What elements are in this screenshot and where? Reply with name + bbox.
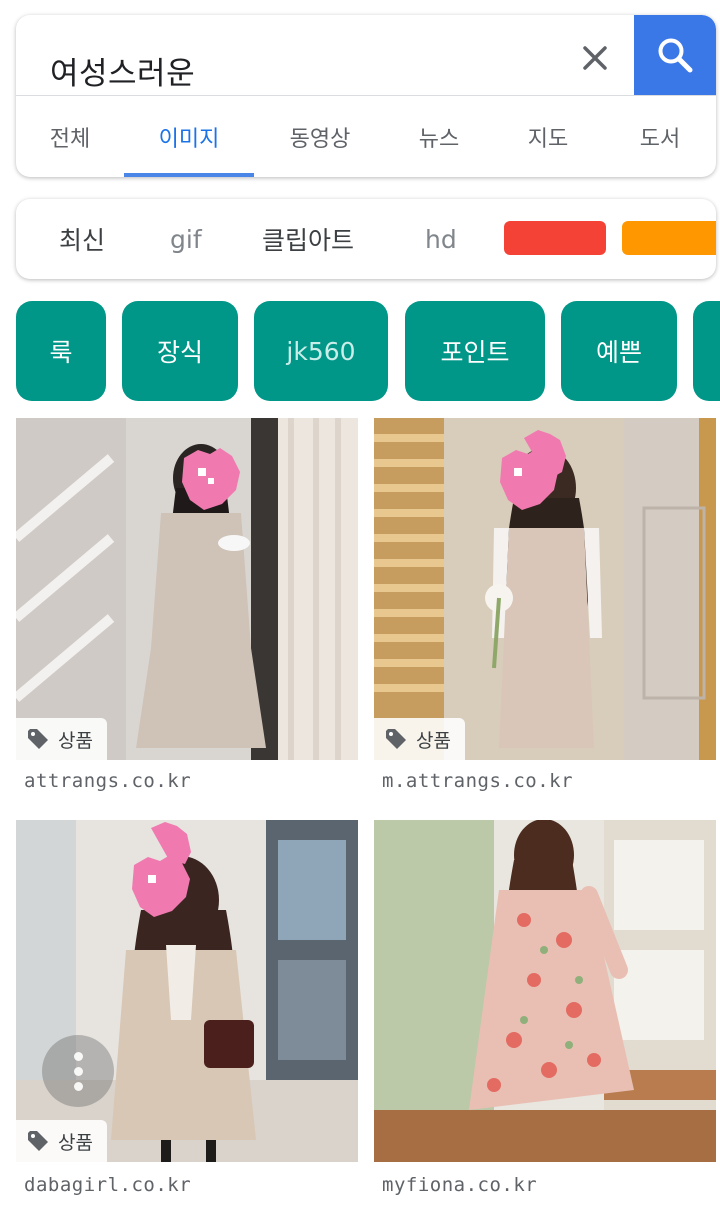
result-image — [16, 820, 358, 1162]
image-result: 상품 m.attrangs.co.kr — [374, 418, 716, 792]
color-filter-orange[interactable] — [622, 221, 716, 255]
result-image — [16, 418, 358, 760]
result-source[interactable]: myfiona.co.kr — [382, 1174, 537, 1196]
clear-search-button[interactable] — [572, 35, 618, 81]
tab-label: 뉴스 — [418, 126, 460, 152]
product-badge: 상품 — [374, 718, 465, 760]
chip-label: 예쁜 — [595, 338, 642, 367]
result-thumbnail[interactable]: 상품 — [374, 418, 716, 760]
tab-label: 이미지 — [158, 126, 220, 152]
tab-label: 동영상 — [289, 126, 351, 152]
result-source[interactable]: m.attrangs.co.kr — [382, 770, 573, 792]
result-source[interactable]: dabagirl.co.kr — [24, 1174, 191, 1196]
result-image — [374, 418, 716, 760]
related-chips: 룩 장식 jk560 포인트 예쁜 — [0, 301, 720, 401]
image-result: 상품 attrangs.co.kr — [16, 418, 358, 792]
result-image — [374, 820, 716, 1162]
image-result: 상품 dabagirl.co.kr — [16, 820, 358, 1196]
tab-images[interactable]: 이미지 — [124, 96, 254, 177]
tab-books[interactable]: 도서 — [604, 96, 716, 177]
tab-label: 도서 — [639, 126, 681, 152]
tag-icon — [386, 729, 406, 749]
product-badge: 상품 — [16, 1120, 107, 1162]
tab-label: 지도 — [527, 126, 569, 152]
result-thumbnail[interactable] — [374, 820, 716, 1162]
filter-bar: 최신 gif 클립아트 hd — [16, 199, 716, 279]
search-query[interactable]: 여성스러운 — [50, 48, 195, 93]
tab-news[interactable]: 뉴스 — [386, 96, 492, 177]
badge-label: 상품 — [58, 1131, 93, 1154]
search-icon — [658, 38, 693, 73]
chip-decoration[interactable]: 장식 — [122, 301, 238, 401]
tag-icon — [28, 729, 48, 749]
chip-label: 포인트 — [440, 338, 510, 367]
color-filter-red[interactable] — [504, 221, 606, 255]
image-result: myfiona.co.kr — [374, 820, 716, 1196]
badge-label: 상품 — [416, 729, 451, 752]
chip-label: jk560 — [286, 336, 356, 366]
chip-label: 장식 — [156, 338, 203, 367]
result-thumbnail[interactable]: 상품 — [16, 418, 358, 760]
filter-clipart[interactable]: 클립아트 — [262, 199, 354, 279]
chip-next[interactable] — [693, 301, 720, 401]
close-icon — [583, 46, 607, 70]
tab-label: 전체 — [49, 126, 91, 152]
tab-all[interactable]: 전체 — [16, 96, 124, 177]
badge-label: 상품 — [58, 729, 93, 752]
tag-icon — [28, 1131, 48, 1151]
dot — [73, 1081, 83, 1091]
tab-videos[interactable]: 동영상 — [254, 96, 386, 177]
chip-jk560[interactable]: jk560 — [254, 301, 388, 401]
filter-hd[interactable]: hd — [425, 199, 457, 279]
chip-look[interactable]: 룩 — [16, 301, 106, 401]
chip-pretty[interactable]: 예쁜 — [561, 301, 677, 401]
filter-gif[interactable]: gif — [170, 199, 202, 279]
result-thumbnail[interactable]: 상품 — [16, 820, 358, 1162]
search-button[interactable] — [634, 15, 716, 95]
filter-recent[interactable]: 최신 — [59, 199, 105, 279]
dot — [73, 1051, 83, 1061]
dot — [73, 1066, 83, 1076]
tab-maps[interactable]: 지도 — [492, 96, 604, 177]
product-badge: 상품 — [16, 718, 107, 760]
result-source[interactable]: attrangs.co.kr — [24, 770, 191, 792]
more-options-button[interactable] — [42, 1035, 114, 1107]
chip-point[interactable]: 포인트 — [405, 301, 545, 401]
active-tab-indicator — [124, 173, 254, 177]
tab-bar: 전체 이미지 동영상 뉴스 지도 도서 — [16, 96, 716, 177]
chip-label: 룩 — [49, 338, 73, 367]
search-card: 여성스러운 전체 이미지 동영상 뉴스 지도 도서 — [16, 15, 716, 177]
